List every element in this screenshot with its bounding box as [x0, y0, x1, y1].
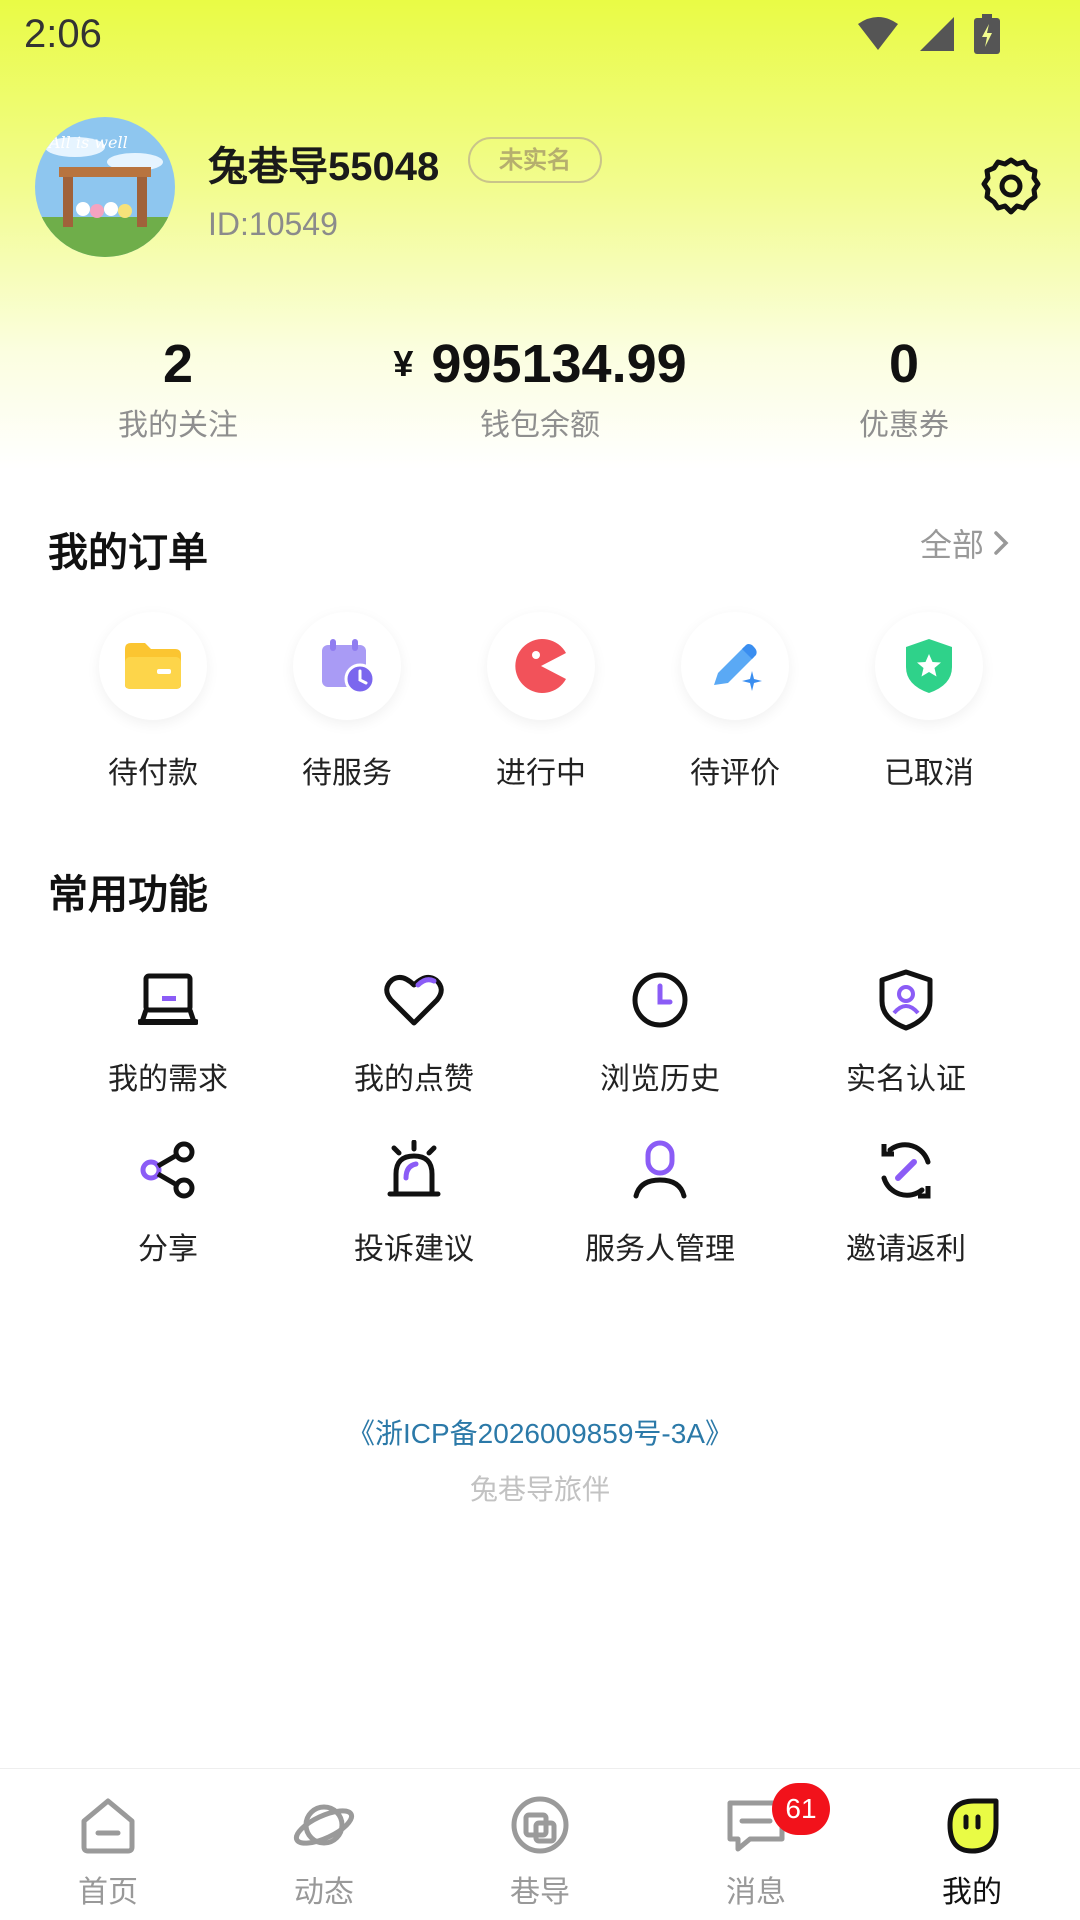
order-label: 待评价	[690, 756, 780, 791]
alarm-icon	[382, 1138, 446, 1202]
following-label: 我的关注	[118, 408, 238, 443]
order-label: 待服务	[302, 756, 392, 791]
functions-section-title: 常用功能	[48, 872, 208, 918]
profile-face-icon	[947, 1798, 999, 1854]
func-label: 我的点赞	[354, 1062, 474, 1097]
func-label: 实名认证	[846, 1062, 966, 1097]
avatar-text: All is well	[49, 133, 128, 152]
nav-label: 消息	[726, 1875, 786, 1910]
icp-license-link[interactable]: 《浙ICP备2026009859号-3A》	[0, 1412, 1080, 1452]
nav-label: 我的	[942, 1875, 1002, 1910]
username: 兔巷导55048	[208, 145, 440, 189]
func-server-management[interactable]: 服务人管理	[560, 1138, 760, 1268]
guide-icon	[511, 1796, 569, 1854]
following-count: 2	[162, 334, 194, 394]
bottom-navigation: 首页 动态 巷导 消息 61 我的	[0, 1768, 1080, 1920]
coupons-count: 0	[888, 334, 920, 394]
currency-symbol: ¥	[393, 343, 414, 384]
nav-guide[interactable]: 巷导	[460, 1793, 620, 1911]
order-pending-service[interactable]: 待服务	[272, 612, 422, 792]
func-label: 投诉建议	[354, 1232, 474, 1267]
unread-badge: 61	[772, 1783, 830, 1835]
nav-label: 巷导	[510, 1875, 570, 1910]
func-share[interactable]: 分享	[68, 1138, 268, 1268]
order-in-progress[interactable]: 进行中	[466, 612, 616, 792]
user-id: ID:10549	[208, 206, 338, 242]
laptop-icon	[136, 968, 200, 1032]
signal-icon	[920, 17, 954, 51]
brand-note: 兔巷导旅伴	[469, 1473, 610, 1506]
wallet-folder-icon	[99, 612, 207, 720]
orders-section-title: 我的订单	[48, 530, 208, 576]
wifi-icon	[858, 17, 898, 50]
order-cancelled[interactable]: 已取消	[854, 612, 1004, 792]
nav-home[interactable]: 首页	[28, 1793, 188, 1911]
nav-profile[interactable]: 我的	[892, 1793, 1052, 1911]
status-time: 2:06	[24, 12, 102, 56]
shield-star-icon	[875, 612, 983, 720]
func-complaint-suggestion[interactable]: 投诉建议	[314, 1138, 514, 1268]
all-orders-link[interactable]: 全部	[920, 520, 1010, 566]
shield-user-icon	[874, 968, 938, 1032]
func-label: 浏览历史	[600, 1062, 720, 1097]
func-invite-rebate[interactable]: 邀请返利	[806, 1138, 1006, 1268]
pen-sparkle-icon	[681, 612, 789, 720]
stat-coupons[interactable]: 0 优惠券	[804, 330, 1004, 444]
func-label: 我的需求	[108, 1062, 228, 1097]
all-orders-label: 全部	[920, 526, 985, 564]
func-label: 服务人管理	[585, 1232, 735, 1267]
home-icon	[81, 1798, 135, 1854]
order-pending-payment[interactable]: 待付款	[78, 612, 228, 792]
planet-icon	[293, 1804, 355, 1846]
calendar-clock-icon	[293, 612, 401, 720]
func-label: 分享	[138, 1232, 198, 1267]
wallet-label: 钱包余额	[480, 408, 600, 443]
func-my-likes[interactable]: 我的点赞	[314, 968, 514, 1098]
verify-status-badge[interactable]: 未实名	[468, 137, 602, 183]
nav-messages[interactable]: 消息 61	[676, 1783, 836, 1911]
heart-icon	[382, 968, 446, 1032]
status-icons	[856, 14, 1000, 54]
wallet-balance: ¥995134.99	[360, 330, 720, 398]
stat-following[interactable]: 2 我的关注	[78, 330, 278, 444]
nav-feed[interactable]: 动态	[244, 1793, 404, 1911]
wallet-amount: 995134.99	[431, 334, 687, 394]
avatar[interactable]: All is well	[35, 117, 175, 257]
order-label: 进行中	[496, 756, 586, 791]
pacman-icon	[487, 612, 595, 720]
status-bar: 2:06	[0, 0, 1080, 72]
invite-link-icon	[874, 1138, 938, 1202]
user-icon	[628, 1138, 692, 1202]
share-icon	[136, 1138, 200, 1202]
func-label: 邀请返利	[846, 1232, 966, 1267]
func-real-name-verify[interactable]: 实名认证	[806, 968, 1006, 1098]
battery-icon	[974, 14, 1000, 54]
order-label: 待付款	[108, 756, 198, 791]
func-my-demands[interactable]: 我的需求	[68, 968, 268, 1098]
order-label: 已取消	[884, 756, 974, 791]
stat-wallet[interactable]: ¥995134.99 钱包余额	[360, 330, 720, 444]
settings-gear-icon[interactable]	[980, 156, 1042, 218]
nav-label: 动态	[294, 1875, 354, 1910]
order-pending-review[interactable]: 待评价	[660, 612, 810, 792]
nav-label: 首页	[78, 1875, 138, 1910]
func-browse-history[interactable]: 浏览历史	[560, 968, 760, 1098]
coupons-label: 优惠券	[859, 408, 949, 443]
clock-icon	[628, 968, 692, 1032]
chevron-right-icon	[994, 531, 1009, 555]
